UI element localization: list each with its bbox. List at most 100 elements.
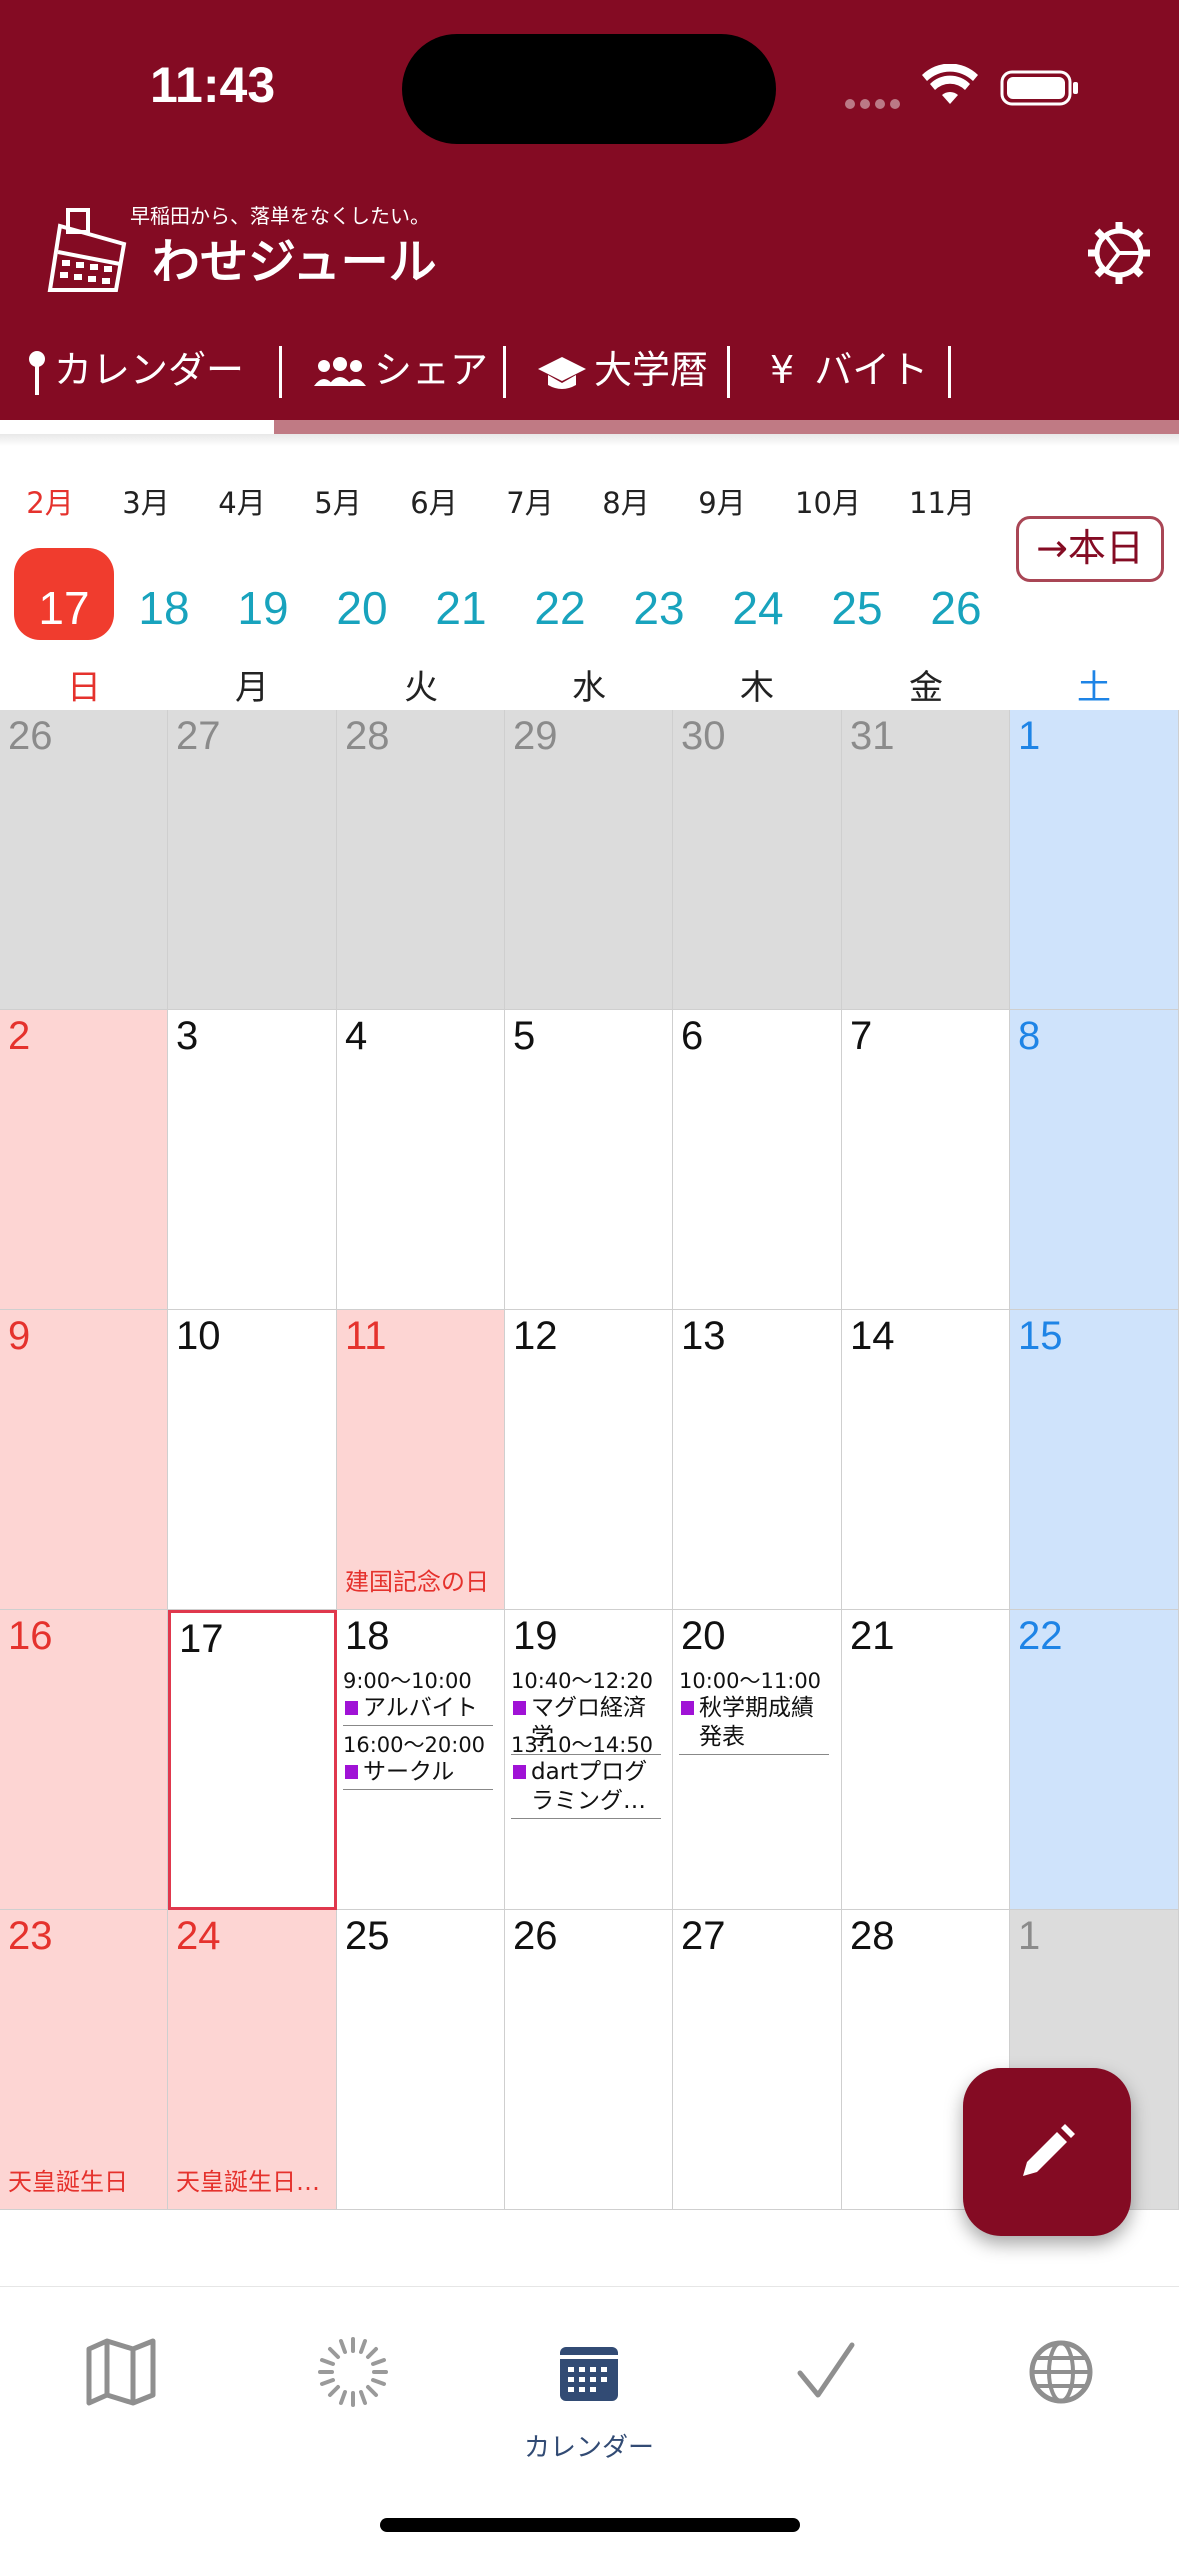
- month-item[interactable]: 6月: [394, 480, 474, 522]
- calendar-day-cell[interactable]: 31: [842, 710, 1010, 1010]
- calendar-day-cell[interactable]: 9: [0, 1310, 168, 1610]
- month-item[interactable]: 2月: [10, 480, 90, 522]
- nav-tasks[interactable]: [760, 2327, 890, 2437]
- month-item[interactable]: 7月: [490, 480, 570, 522]
- day-number: 8: [1018, 1014, 1041, 1058]
- today-button[interactable]: →本日: [1016, 516, 1164, 582]
- month-item[interactable]: 8月: [586, 480, 666, 522]
- calendar-day-cell[interactable]: 22: [1010, 1610, 1179, 1910]
- calendar-day-cell[interactable]: 4: [337, 1010, 505, 1310]
- nav-calendar[interactable]: カレンダー: [524, 2327, 654, 2463]
- month-item[interactable]: 11月: [902, 480, 982, 522]
- month-item[interactable]: 3月: [106, 480, 186, 522]
- calendar-day-cell[interactable]: 14: [842, 1310, 1010, 1610]
- day-number: 5: [513, 1014, 536, 1058]
- date-item[interactable]: 21: [411, 548, 511, 638]
- event-item[interactable]: 16:00〜20:00 サークル: [343, 1732, 493, 1790]
- day-number: 29: [513, 714, 558, 758]
- day-number: 11: [345, 1314, 387, 1358]
- date-item[interactable]: 23: [609, 548, 709, 638]
- date-item[interactable]: 26: [906, 548, 1006, 638]
- tab-label: 大学暦: [594, 348, 709, 392]
- date-item[interactable]: 19: [213, 548, 313, 638]
- calendar-day-cell[interactable]: 16: [0, 1610, 168, 1910]
- calendar-day-cell[interactable]: 26: [505, 1910, 673, 2210]
- nav-loading[interactable]: [288, 2327, 418, 2437]
- calendar-day-cell[interactable]: 10: [168, 1310, 337, 1610]
- day-number: 22: [1018, 1614, 1063, 1658]
- nav-map[interactable]: [55, 2327, 185, 2437]
- date-item[interactable]: 24: [708, 548, 808, 638]
- tab-part-time[interactable]: ¥ バイト: [770, 340, 928, 400]
- holiday-label: 天皇誕生日…: [176, 2168, 320, 2196]
- date-item[interactable]: 22: [510, 548, 610, 638]
- yen-icon: ¥: [770, 348, 795, 392]
- day-number: 27: [681, 1914, 726, 1958]
- day-number: 20: [681, 1614, 726, 1658]
- day-number: 13: [681, 1314, 726, 1358]
- calendar-day-cell[interactable]: 7: [842, 1010, 1010, 1310]
- calendar-day-cell[interactable]: 5: [505, 1010, 673, 1310]
- day-number: 12: [513, 1314, 558, 1358]
- weekday-label: 日: [67, 668, 101, 708]
- event-title-row: dartプログラミング…: [511, 1758, 661, 1816]
- calendar-day-cell[interactable]: 21: [842, 1610, 1010, 1910]
- calendar-day-cell[interactable]: 28: [337, 710, 505, 1010]
- event-color-marker: [345, 1765, 358, 1779]
- event-item[interactable]: 13:10〜14:50 dartプログラミング…: [511, 1732, 661, 1819]
- app-title: わせジュール: [152, 234, 437, 290]
- month-item[interactable]: 9月: [682, 480, 762, 522]
- calendar-day-cell[interactable]: 19 10:40〜12:20 マグロ経済学 13:10〜14:50 dartプログラミン…: [505, 1610, 673, 1910]
- event-color-marker: [513, 1701, 526, 1715]
- loading-icon: [318, 2337, 388, 2407]
- event-item[interactable]: 10:00〜11:00 秋学期成績発表: [679, 1668, 829, 1755]
- date-item[interactable]: 25: [807, 548, 907, 638]
- tab-academic-calendar[interactable]: 大学暦: [536, 340, 708, 400]
- holiday-label: 天皇誕生日: [8, 2168, 128, 2196]
- calendar-day-cell[interactable]: 24 天皇誕生日…: [168, 1910, 337, 2210]
- day-number: 1: [1018, 714, 1041, 758]
- tab-divider: [503, 346, 506, 398]
- calendar-day-cell[interactable]: 13: [673, 1310, 842, 1610]
- event-color-marker: [345, 1701, 358, 1715]
- nav-web[interactable]: [996, 2327, 1126, 2437]
- tab-indicator: [0, 420, 274, 434]
- calendar-day-cell[interactable]: 25: [337, 1910, 505, 2210]
- calendar-day-cell[interactable]: 20 10:00〜11:00 秋学期成績発表: [673, 1610, 842, 1910]
- day-number: 25: [345, 1914, 390, 1958]
- calendar-day-cell[interactable]: 23 天皇誕生日: [0, 1910, 168, 2210]
- calendar-day-cell[interactable]: 27: [673, 1910, 842, 2210]
- gear-icon[interactable]: [1084, 218, 1154, 288]
- calendar-day-cell[interactable]: 1: [1010, 710, 1179, 1010]
- app-screen: 11:43 早稲田から、落単をなくしたい。 わせジュール カレンダー シェア 大…: [0, 0, 1179, 2556]
- day-number: 24: [176, 1914, 221, 1958]
- date-item[interactable]: 18: [114, 548, 214, 638]
- status-time: 11:43: [150, 57, 276, 113]
- event-item[interactable]: 9:00〜10:00 アルバイト: [343, 1668, 493, 1726]
- calendar-day-cell[interactable]: 27: [168, 710, 337, 1010]
- calendar-day-cell[interactable]: 11 建国記念の日: [337, 1310, 505, 1610]
- month-item[interactable]: 4月: [202, 480, 282, 522]
- tab-label: バイト: [814, 348, 929, 392]
- check-icon: [797, 2342, 855, 2398]
- tab-share[interactable]: シェア: [312, 340, 488, 400]
- date-item[interactable]: 17: [14, 548, 114, 640]
- calendar-day-cell[interactable]: 18 9:00〜10:00 アルバイト 16:00〜20:00 サークル: [337, 1610, 505, 1910]
- month-item[interactable]: 5月: [298, 480, 378, 522]
- edit-fab-button[interactable]: [963, 2068, 1131, 2236]
- calendar-day-cell[interactable]: 3: [168, 1010, 337, 1310]
- calendar-day-cell[interactable]: 2: [0, 1010, 168, 1310]
- calendar-day-cell[interactable]: 6: [673, 1010, 842, 1310]
- calendar-day-cell[interactable]: 15: [1010, 1310, 1179, 1610]
- calendar-day-cell[interactable]: 26: [0, 710, 168, 1010]
- calendar-day-cell[interactable]: 29: [505, 710, 673, 1010]
- month-item[interactable]: 10月: [788, 480, 868, 522]
- calendar-day-cell[interactable]: 30: [673, 710, 842, 1010]
- tab-calendar[interactable]: カレンダー: [26, 340, 244, 400]
- event-title: dartプログラミング…: [531, 1759, 648, 1814]
- calendar-day-cell[interactable]: 8: [1010, 1010, 1179, 1310]
- date-item[interactable]: 20: [312, 548, 412, 638]
- tab-divider: [279, 346, 282, 398]
- calendar-day-cell[interactable]: 17: [168, 1610, 337, 1910]
- calendar-day-cell[interactable]: 12: [505, 1310, 673, 1610]
